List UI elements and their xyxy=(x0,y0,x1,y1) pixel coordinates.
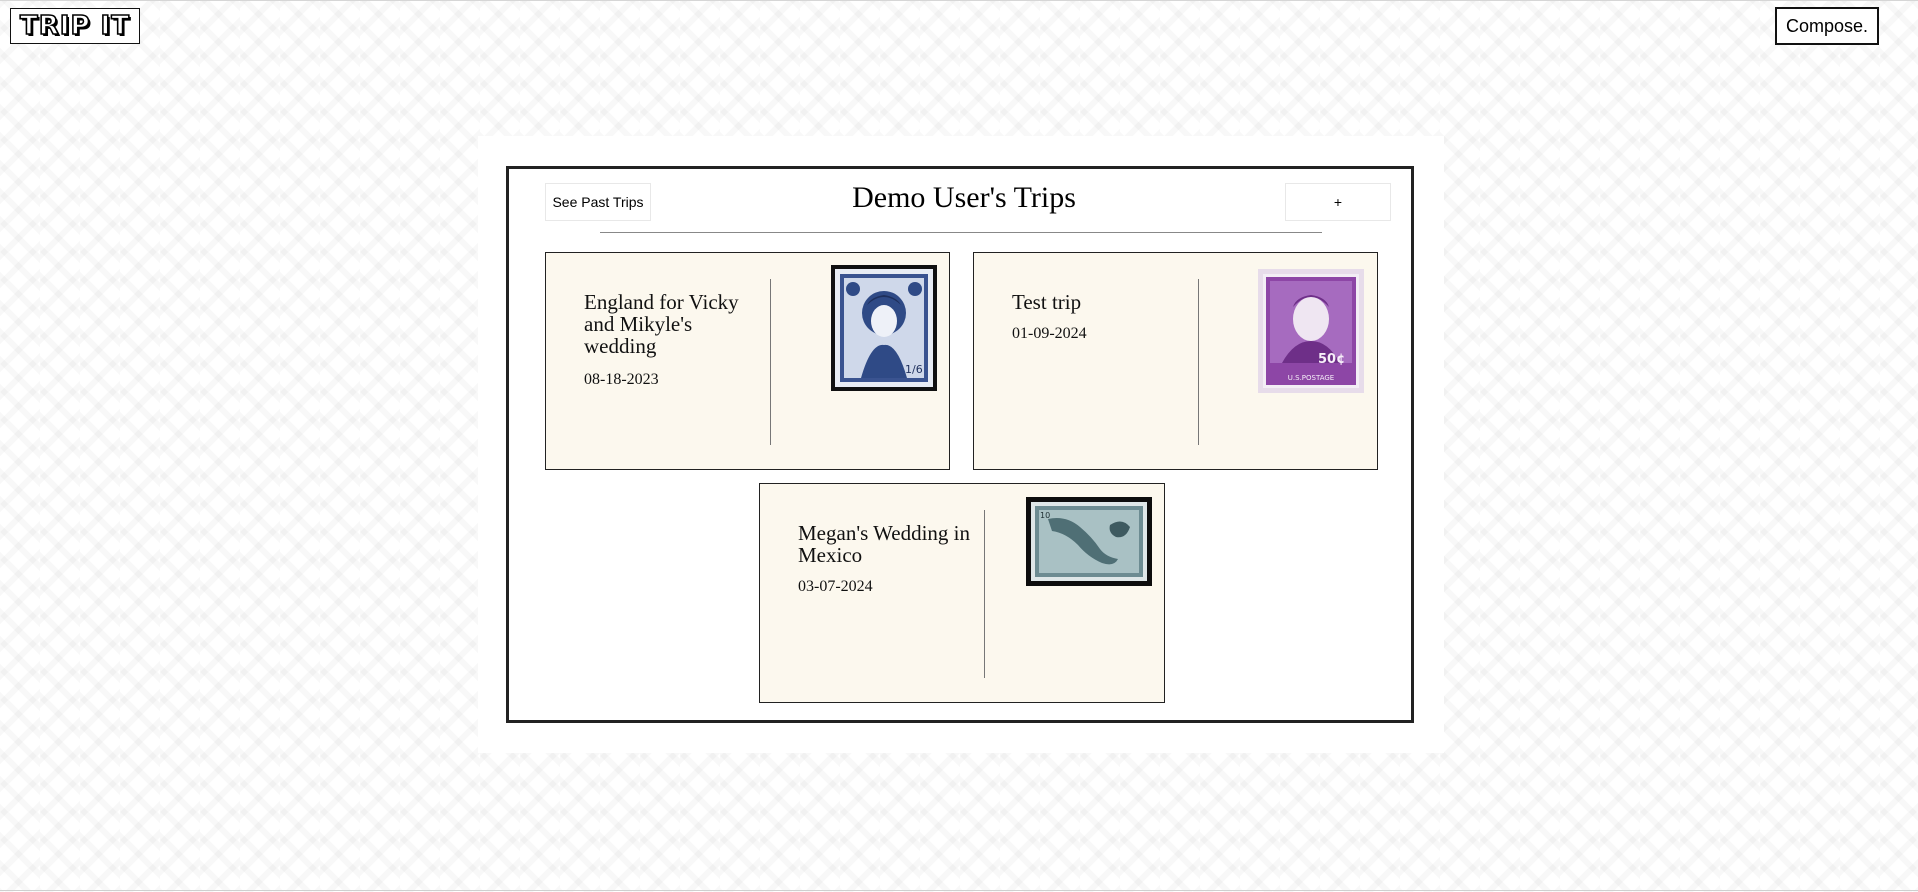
svg-text:50¢: 50¢ xyxy=(1318,352,1345,367)
svg-text:10: 10 xyxy=(1040,511,1050,520)
trips-board: See Past Trips Demo User's Trips + Engla… xyxy=(506,166,1414,723)
trip-card[interactable]: Megan's Wedding in Mexico 03-07-2024 10 xyxy=(759,483,1165,703)
trip-it-logo[interactable]: TRIP IT xyxy=(10,8,140,44)
trip-card[interactable]: Test trip 01-09-2024 50¢ U.S.POSTAGE xyxy=(973,252,1378,470)
trip-title: Megan's Wedding in Mexico xyxy=(798,521,971,567)
card-divider xyxy=(770,279,771,445)
svg-text:1/6: 1/6 xyxy=(905,363,923,376)
title-divider xyxy=(600,232,1322,233)
trip-title: Test trip xyxy=(1012,290,1082,314)
trip-date: 08-18-2023 xyxy=(584,371,659,388)
page-title: Demo User's Trips xyxy=(852,181,1076,214)
card-divider xyxy=(1198,279,1199,445)
card-divider xyxy=(984,510,985,678)
see-past-trips-button[interactable]: See Past Trips xyxy=(545,183,651,221)
trip-date: 01-09-2024 xyxy=(1012,325,1087,342)
add-trip-button[interactable]: + xyxy=(1285,183,1391,221)
compose-button[interactable]: Compose. xyxy=(1775,7,1879,45)
svg-text:U.S.POSTAGE: U.S.POSTAGE xyxy=(1288,374,1334,382)
top-border xyxy=(0,0,1918,1)
trip-date: 03-07-2024 xyxy=(798,578,873,595)
trips-panel: See Past Trips Demo User's Trips + Engla… xyxy=(478,136,1444,753)
trip-card[interactable]: England for Vicky and Mikyle's wedding 0… xyxy=(545,252,950,470)
bottom-border xyxy=(0,890,1918,891)
queen-stamp-icon: 1/6 xyxy=(831,265,937,391)
trip-title: England for Vicky and Mikyle's wedding xyxy=(584,290,739,358)
mexico-map-stamp-icon: 10 xyxy=(1026,497,1152,586)
us-50c-stamp-icon: 50¢ U.S.POSTAGE xyxy=(1258,269,1364,393)
